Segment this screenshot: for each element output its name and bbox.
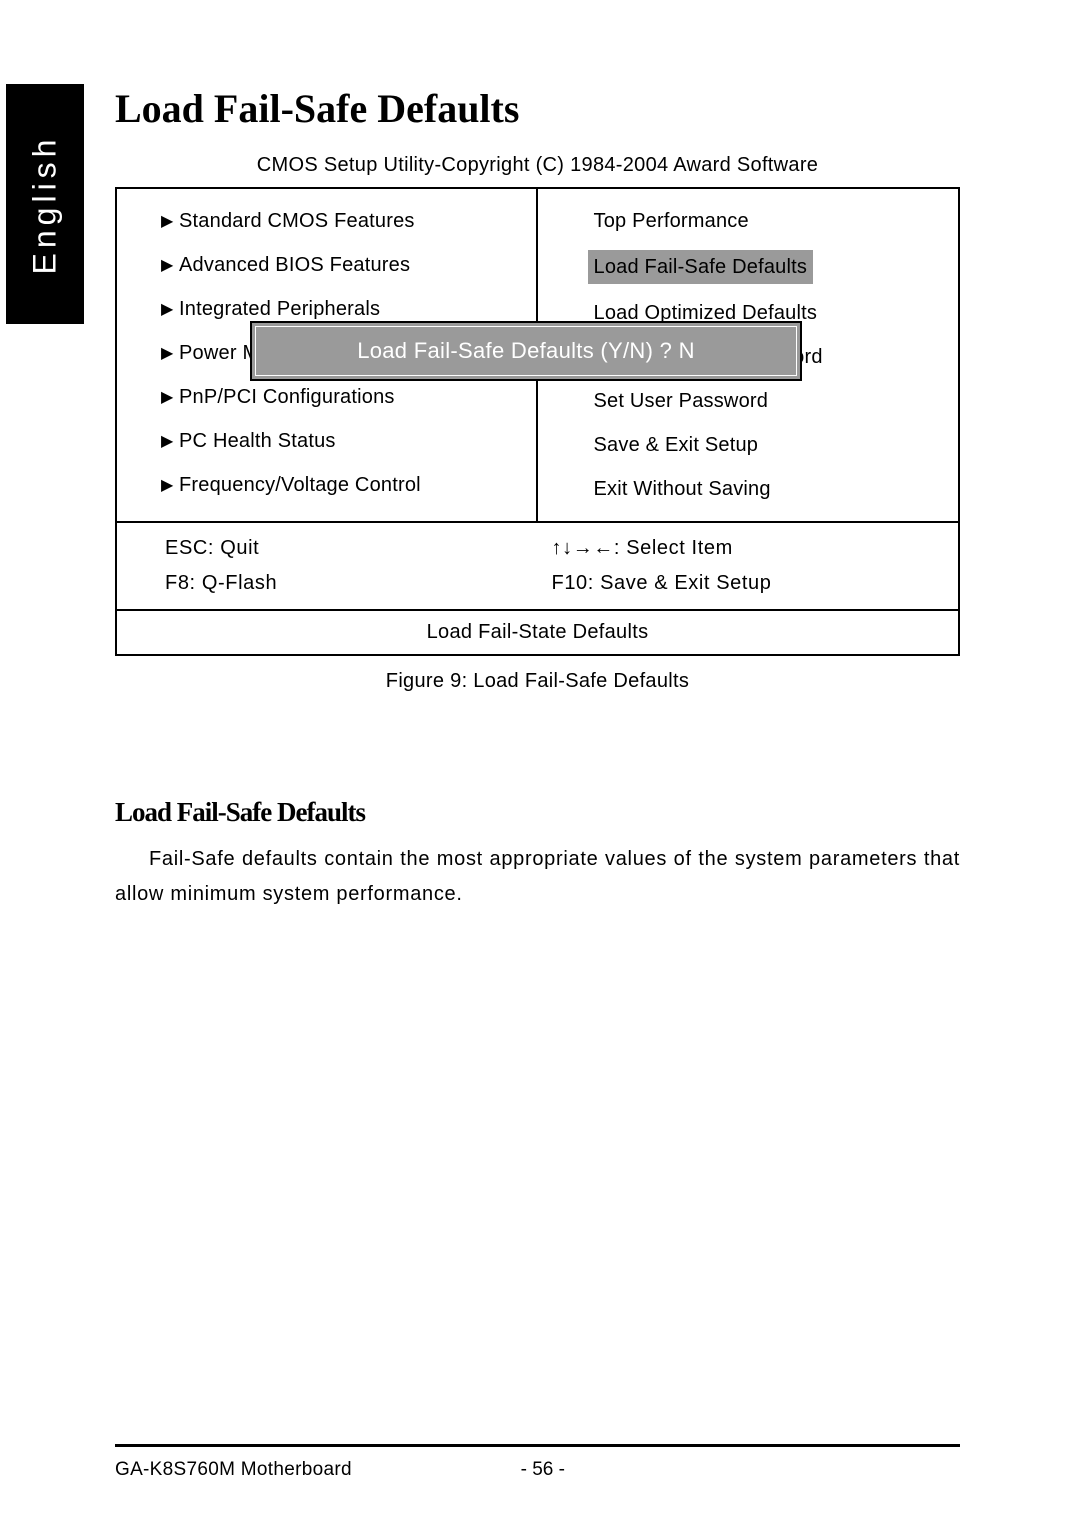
figure-caption: Figure 9: Load Fail-Safe Defaults	[115, 670, 960, 693]
triangle-icon: ▶	[161, 210, 174, 234]
footer-product: GA-K8S760M Motherboard	[115, 1459, 521, 1481]
language-tab: English	[6, 84, 84, 324]
footer-rule	[115, 1444, 960, 1447]
menu-item-user-password[interactable]: Set User Password	[538, 379, 959, 423]
menu-item-standard-cmos[interactable]: ▶Standard CMOS Features	[117, 199, 536, 243]
menu-label: Save & Exit Setup	[594, 434, 759, 456]
menu-label: Advanced BIOS Features	[179, 254, 410, 276]
menu-label: Set User Password	[594, 390, 769, 412]
footer: GA-K8S760M Motherboard - 56 -	[115, 1459, 960, 1481]
help-f10: F10: Save & Exit Setup	[538, 566, 959, 601]
triangle-icon: ▶	[161, 298, 174, 322]
help-esc: ESC: Quit	[117, 531, 538, 566]
help-arrows: ↑↓→←: Select Item	[538, 531, 959, 566]
subsection-title: Load Fail-Safe Defaults	[115, 797, 960, 828]
menu-label: Standard CMOS Features	[179, 210, 415, 232]
menu-label: PC Health Status	[179, 430, 336, 452]
triangle-icon: ▶	[161, 474, 174, 498]
bios-menu-columns: ▶Standard CMOS Features ▶Advanced BIOS F…	[117, 189, 958, 523]
confirm-dialog[interactable]: Load Fail-Safe Defaults (Y/N) ? N	[250, 321, 802, 381]
menu-label: Top Performance	[594, 210, 749, 232]
page: English Load Fail-Safe Defaults CMOS Set…	[0, 0, 1080, 1529]
menu-item-pnp-pci[interactable]: ▶PnP/PCI Configurations	[117, 375, 536, 419]
triangle-icon: ▶	[161, 386, 174, 410]
bios-help-row: ESC: Quit ↑↓→←: Select Item F8: Q-Flash …	[117, 523, 958, 611]
menu-label-highlighted: Load Fail-Safe Defaults	[588, 250, 814, 284]
bios-utility-title: CMOS Setup Utility-Copyright (C) 1984-20…	[115, 154, 960, 177]
language-label: English	[27, 134, 64, 274]
content-area: Load Fail-Safe Defaults CMOS Setup Utili…	[115, 85, 960, 912]
menu-item-top-performance[interactable]: Top Performance	[538, 199, 959, 243]
menu-item-save-exit[interactable]: Save & Exit Setup	[538, 423, 959, 467]
menu-label: Frequency/Voltage Control	[179, 474, 421, 496]
menu-label: Integrated Peripherals	[179, 298, 380, 320]
dialog-text: Load Fail-Safe Defaults (Y/N) ? N	[357, 338, 695, 364]
bios-status-bar: Load Fail-State Defaults	[117, 611, 958, 654]
triangle-icon: ▶	[161, 430, 174, 454]
menu-item-load-failsafe[interactable]: Load Fail-Safe Defaults	[538, 243, 959, 291]
page-title: Load Fail-Safe Defaults	[115, 85, 960, 132]
menu-item-frequency-voltage[interactable]: ▶Frequency/Voltage Control	[117, 463, 536, 507]
menu-item-exit-without-saving[interactable]: Exit Without Saving	[538, 467, 959, 511]
triangle-icon: ▶	[161, 342, 174, 366]
menu-item-pc-health[interactable]: ▶PC Health Status	[117, 419, 536, 463]
triangle-icon: ▶	[161, 254, 174, 278]
menu-label: PnP/PCI Configurations	[179, 386, 395, 408]
menu-item-advanced-bios[interactable]: ▶Advanced BIOS Features	[117, 243, 536, 287]
bios-menu-box: ▶Standard CMOS Features ▶Advanced BIOS F…	[115, 187, 960, 656]
body-paragraph: Fail-Safe defaults contain the most appr…	[115, 842, 960, 912]
menu-label: Exit Without Saving	[594, 478, 771, 500]
body-text: Fail-Safe defaults contain the most appr…	[115, 848, 960, 905]
help-f8: F8: Q-Flash	[117, 566, 538, 601]
footer-page-number: - 56 -	[521, 1459, 690, 1481]
